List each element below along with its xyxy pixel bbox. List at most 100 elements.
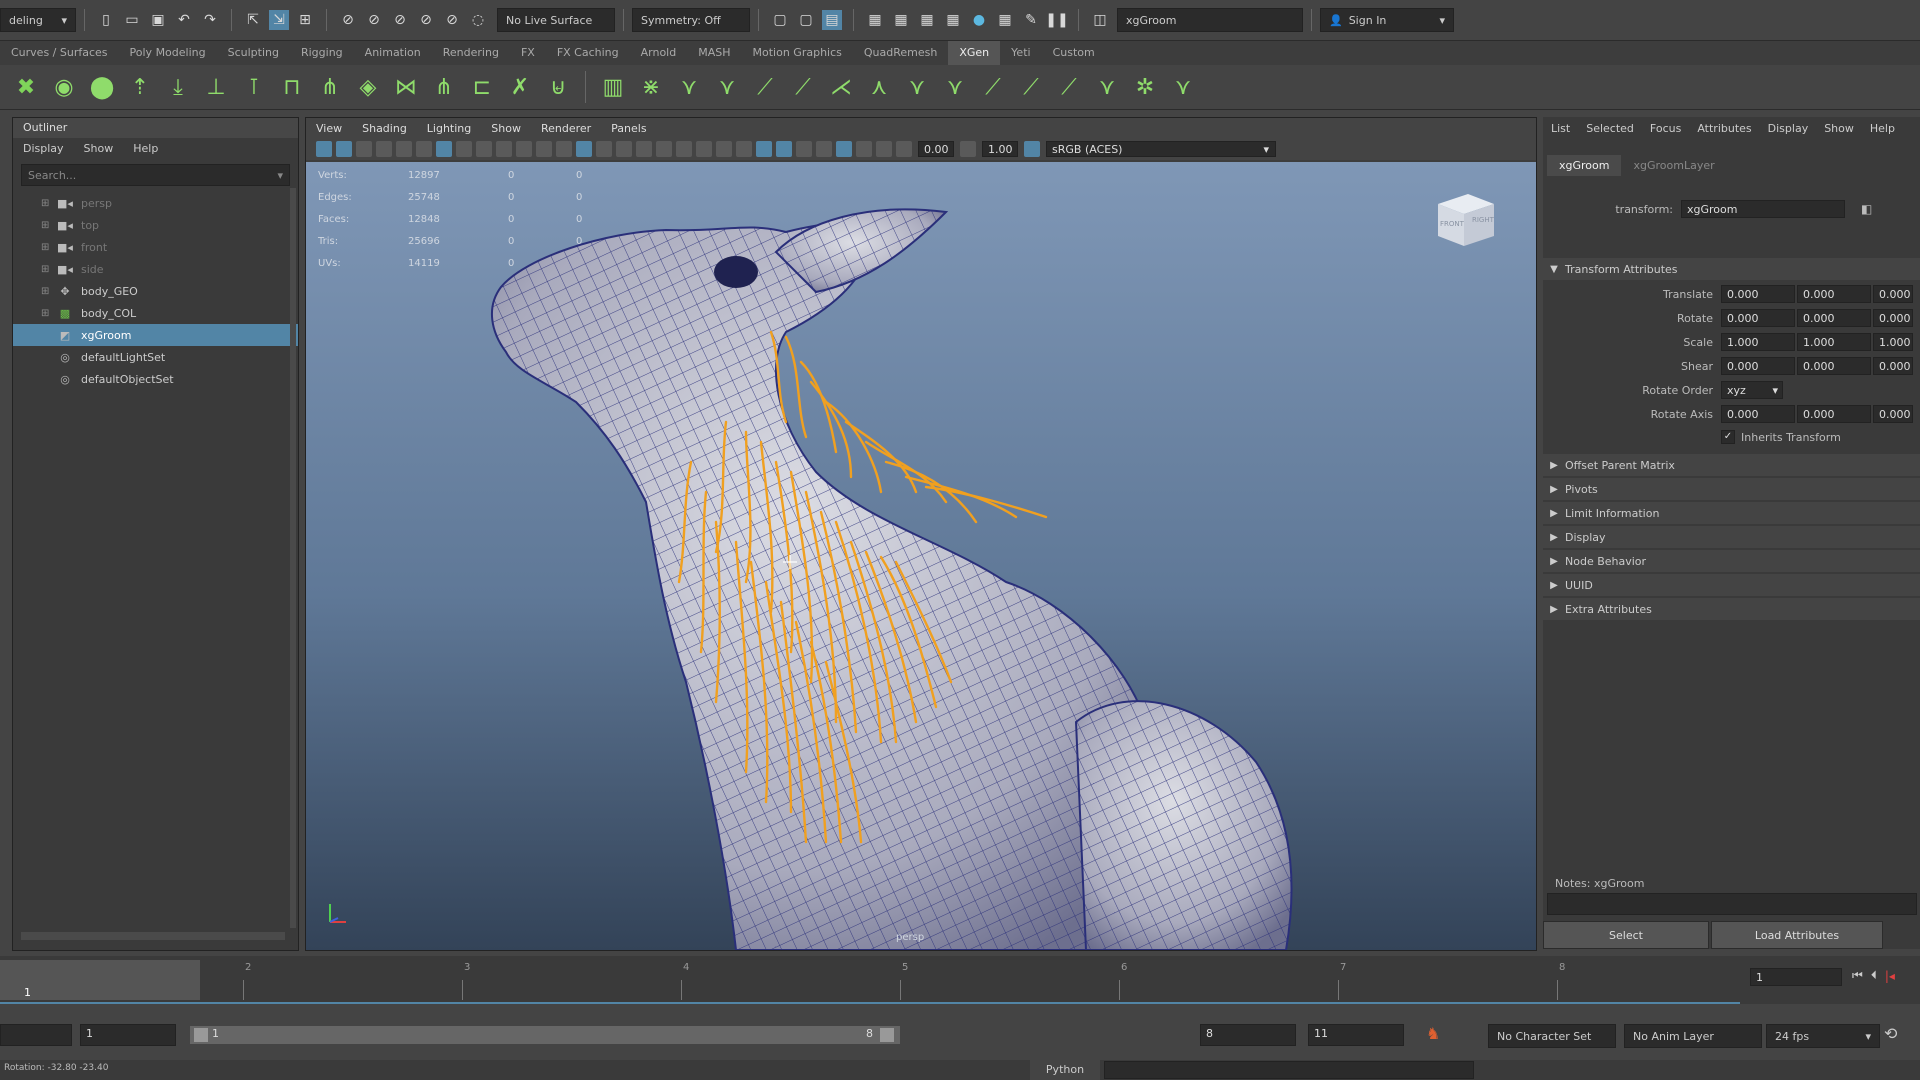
anim-start-field[interactable] [0, 1024, 72, 1046]
workspace-icon[interactable]: ◫ [1090, 10, 1110, 30]
attr-field-z[interactable]: 0.000 [1873, 309, 1913, 327]
outliner-search[interactable]: Search... ▾ [21, 164, 290, 186]
attr-field-x[interactable]: 0.000 [1721, 285, 1795, 303]
shelf-tab-fx-caching[interactable]: FX Caching [546, 41, 630, 65]
undo-icon[interactable]: ↶ [174, 10, 194, 30]
shelf-tab-motion-graphics[interactable]: Motion Graphics [742, 41, 853, 65]
attr-field-z[interactable]: 1.000 [1873, 333, 1913, 351]
shelf-tab-curves-surfaces[interactable]: Curves / Surfaces [0, 41, 119, 65]
brush-f-icon[interactable]: ⋏ [863, 71, 895, 103]
smooth-icon[interactable]: ⊌ [542, 71, 574, 103]
viewport-menu-show[interactable]: Show [481, 122, 531, 135]
outliner-item[interactable]: ⊞ ■◂ side [13, 258, 298, 280]
snap-curve-icon[interactable]: ⊘ [364, 10, 384, 30]
add-guide-icon[interactable]: ⤓ [162, 71, 194, 103]
shelf-tab-animation[interactable]: Animation [354, 41, 432, 65]
isolate-icon[interactable] [596, 141, 612, 157]
attr-field-x[interactable]: 1.000 [1721, 333, 1795, 351]
light-editor-icon[interactable]: ● [969, 10, 989, 30]
render-view-icon[interactable]: ▢ [796, 10, 816, 30]
outliner-item[interactable]: ⊞ ✥ body_GEO [13, 280, 298, 302]
exposure-icon[interactable] [896, 141, 912, 157]
shaded-icon[interactable] [756, 141, 772, 157]
outliner-hscrollbar[interactable] [21, 932, 285, 940]
section-extra-attributes[interactable]: ▶ Extra Attributes [1543, 598, 1920, 620]
outliner-menu-help[interactable]: Help [123, 142, 168, 155]
snap-point-icon[interactable]: ⊘ [390, 10, 410, 30]
shelf-tab-sculpting[interactable]: Sculpting [217, 41, 290, 65]
2d-pan-icon[interactable] [396, 141, 412, 157]
brush-k-icon[interactable]: ⟋ [1053, 71, 1085, 103]
colorspace-dropdown[interactable]: sRGB (ACES) ▾ [1046, 141, 1276, 157]
brush-n-icon[interactable]: ⋎ [1167, 71, 1199, 103]
arnold-light-icon[interactable]: ✎ [1021, 10, 1041, 30]
snap-surface-icon[interactable]: ⊘ [442, 10, 462, 30]
expand-icon[interactable]: ⊞ [41, 264, 55, 275]
viewport-menu-renderer[interactable]: Renderer [531, 122, 601, 135]
shelf-tab-arnold[interactable]: Arnold [630, 41, 688, 65]
exposure-field[interactable]: 0.00 [918, 141, 954, 157]
hud-icon[interactable] [816, 141, 832, 157]
brush-h-icon[interactable]: ⋎ [939, 71, 971, 103]
image-plane-icon[interactable] [376, 141, 392, 157]
playback-start-field[interactable]: 1 [80, 1024, 176, 1046]
gate-mask-icon[interactable] [676, 141, 692, 157]
smooth-shade-icon[interactable] [456, 141, 472, 157]
outliner-scrollbar[interactable] [290, 188, 296, 928]
viewport-menu-shading[interactable]: Shading [352, 122, 417, 135]
focus-icon[interactable]: ◧ [1861, 202, 1872, 216]
section-display[interactable]: ▶ Display [1543, 526, 1920, 548]
section-pivots[interactable]: ▶ Pivots [1543, 478, 1920, 500]
rotate-axis-x[interactable]: 0.000 [1721, 405, 1795, 423]
viewport-menu-panels[interactable]: Panels [601, 122, 656, 135]
load-attributes-button[interactable]: Load Attributes [1711, 921, 1883, 949]
render-current-icon[interactable]: ▤ [822, 10, 842, 30]
color-management-icon[interactable] [1024, 141, 1040, 157]
fps-dropdown[interactable]: 24 fps ▾ [1766, 1024, 1880, 1048]
expand-icon[interactable]: ⊞ [41, 286, 55, 297]
range-slider[interactable]: 1 8 [190, 1026, 900, 1044]
section-offset-parent-matrix[interactable]: ▶ Offset Parent Matrix [1543, 454, 1920, 476]
brush-j-icon[interactable]: ⟋ [1015, 71, 1047, 103]
view-cube[interactable]: FRONT RIGHT [1432, 190, 1498, 250]
shelf-tab-yeti[interactable]: Yeti [1000, 41, 1041, 65]
command-line[interactable] [1104, 1061, 1474, 1079]
place-guides-icon[interactable]: ⇡ [124, 71, 156, 103]
grease-pencil-icon[interactable] [416, 141, 432, 157]
xgen-editor-icon[interactable]: ✖ [10, 71, 42, 103]
viewport-canvas[interactable]: Verts: 12897 0 0 Edges: 25748 0 0 Faces: 12848 0 0 T… [306, 162, 1536, 950]
xray-icon[interactable] [576, 141, 592, 157]
symmetry-dropdown[interactable]: Symmetry: Off [632, 8, 750, 32]
tab-xggroom[interactable]: xgGroom [1547, 155, 1622, 176]
comb-icon[interactable]: ⋔ [314, 71, 346, 103]
shelf-tab-quadremesh[interactable]: QuadRemesh [853, 41, 948, 65]
expand-icon[interactable]: ⊞ [41, 242, 55, 253]
attr-menu-list[interactable]: List [1543, 122, 1578, 135]
shelf-tab-xgen[interactable]: XGen [948, 41, 1001, 65]
go-to-start-icon[interactable]: ⏮ [1852, 968, 1863, 983]
brush-l-icon[interactable]: ⋎ [1091, 71, 1123, 103]
viewport-menu-lighting[interactable]: Lighting [417, 122, 481, 135]
attr-field-y[interactable]: 0.000 [1797, 285, 1871, 303]
outliner-menu-show[interactable]: Show [74, 142, 124, 155]
snap-grid-icon[interactable]: ⊘ [338, 10, 358, 30]
outliner-item[interactable]: ⊞ ■◂ front [13, 236, 298, 258]
attr-field-x[interactable]: 0.000 [1721, 309, 1795, 327]
construction-history-icon[interactable]: ▢ [770, 10, 790, 30]
snap-pivot-icon[interactable]: ◌ [468, 10, 488, 30]
camera-attributes-icon[interactable] [336, 141, 352, 157]
attr-field-x[interactable]: 0.000 [1721, 357, 1795, 375]
attr-menu-display[interactable]: Display [1760, 122, 1817, 135]
anim-layer-dropdown[interactable]: No Anim Layer [1624, 1024, 1762, 1048]
step-back-key-icon[interactable]: |◂ [1885, 969, 1895, 983]
attr-field-y[interactable]: 0.000 [1797, 357, 1871, 375]
rotate-order-dropdown[interactable]: xyz ▾ [1721, 381, 1783, 399]
playback-end-field[interactable]: 8 [1200, 1024, 1296, 1046]
pause-icon[interactable]: ❚❚ [1045, 10, 1068, 30]
brush-i-icon[interactable]: ⟋ [977, 71, 1009, 103]
live-surface-dropdown[interactable]: No Live Surface [497, 8, 615, 32]
safe-action-icon[interactable] [716, 141, 732, 157]
motion-blur-icon[interactable] [836, 141, 852, 157]
outliner-item[interactable]: ⊞ ■◂ persp [13, 192, 298, 214]
field-chart-icon[interactable] [696, 141, 712, 157]
